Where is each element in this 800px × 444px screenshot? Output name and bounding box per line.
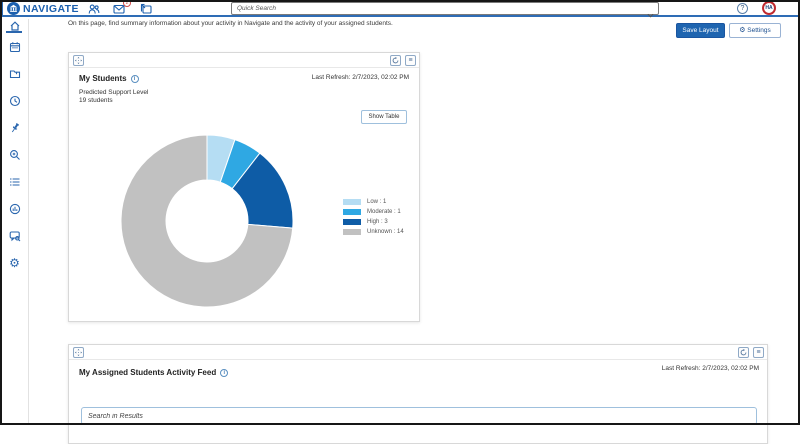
legend-label: Low : 1 xyxy=(367,199,386,205)
activity-feed-widget: ≡ My Assigned Students Activity Feedi La… xyxy=(68,344,768,444)
chat-search-icon xyxy=(9,230,21,242)
move-widget-button[interactable] xyxy=(73,347,84,358)
legend-swatch xyxy=(343,199,361,205)
brand-name: NAVIGATE xyxy=(23,3,79,15)
move-icon xyxy=(75,349,82,356)
legend-item-unknown[interactable]: Unknown : 14 xyxy=(343,227,404,237)
quick-search-input[interactable] xyxy=(237,3,637,14)
page-description: On this page, find summary information a… xyxy=(68,20,588,27)
refresh-widget-button[interactable] xyxy=(738,347,749,358)
top-navigation-bar: NAVIGATE 2 ? HA xyxy=(0,0,800,17)
legend-item-high[interactable]: High : 3 xyxy=(343,217,404,227)
left-sidebar: ⚙ xyxy=(0,19,29,425)
left-accent-strip xyxy=(0,0,3,17)
folder-icon xyxy=(9,68,21,80)
gear-icon: ⚙ xyxy=(9,257,20,269)
list-icon xyxy=(9,176,21,188)
legend-label: Unknown : 14 xyxy=(367,229,404,235)
user-avatar[interactable]: HA xyxy=(762,1,776,15)
widget-menu-button[interactable]: ≡ xyxy=(753,347,764,358)
quick-search[interactable] xyxy=(231,2,659,15)
chart-subtitle-line1: Predicted Support Level xyxy=(79,89,148,97)
sidebar-item-home[interactable] xyxy=(0,19,29,33)
last-refresh-label: Last Refresh: 2/7/2023, 02:02 PM xyxy=(312,74,409,81)
move-icon xyxy=(75,57,82,64)
sidebar-item-reports[interactable] xyxy=(0,195,29,222)
clock-icon xyxy=(9,95,21,107)
chart-circle-icon xyxy=(9,203,21,215)
quick-links-icon[interactable] xyxy=(140,3,152,15)
settings-button-label: Settings xyxy=(747,27,771,34)
gear-icon: ⚙ xyxy=(739,27,745,34)
sidebar-item-folder[interactable] xyxy=(0,60,29,87)
unread-count-badge: 2 xyxy=(123,0,131,7)
legend-label: Moderate : 1 xyxy=(367,209,401,215)
widget-title: My Assigned Students Activity Feedi xyxy=(79,368,228,377)
sidebar-item-calendar[interactable] xyxy=(0,33,29,60)
calendar-icon xyxy=(9,41,21,53)
chart-subtitle: Predicted Support Level 19 students xyxy=(79,89,148,105)
navigate-logo-icon[interactable] xyxy=(7,2,20,15)
last-refresh-label: Last Refresh: 2/7/2023, 02:02 PM xyxy=(662,365,759,372)
students-icon[interactable] xyxy=(88,3,100,15)
chevron-down-icon[interactable] xyxy=(647,6,654,13)
help-icon[interactable]: ? xyxy=(737,3,748,14)
widget-menu-button[interactable]: ≡ xyxy=(405,55,416,66)
sidebar-item-pin[interactable] xyxy=(0,114,29,141)
refresh-icon xyxy=(392,57,399,64)
legend-swatch xyxy=(343,219,361,225)
feed-search-box[interactable] xyxy=(81,407,757,425)
chart-legend: Low : 1 Moderate : 1 High : 3 Unknown : 14 xyxy=(343,197,404,237)
legend-item-low[interactable]: Low : 1 xyxy=(343,197,404,207)
widget-title: My Studentsi xyxy=(79,74,139,83)
sidebar-item-history[interactable] xyxy=(0,87,29,114)
legend-swatch xyxy=(343,209,361,215)
widget-toolbar: ≡ xyxy=(69,53,419,68)
sidebar-item-conversations[interactable] xyxy=(0,222,29,249)
sidebar-item-advanced-search[interactable] xyxy=(0,141,29,168)
legend-item-moderate[interactable]: Moderate : 1 xyxy=(343,207,404,217)
info-icon[interactable]: i xyxy=(131,75,139,83)
sidebar-item-lists[interactable] xyxy=(0,168,29,195)
settings-button[interactable]: ⚙ Settings xyxy=(729,23,781,38)
messages-icon[interactable]: 2 xyxy=(113,3,125,15)
info-icon[interactable]: i xyxy=(220,369,228,377)
pushpin-icon xyxy=(9,122,21,134)
my-students-widget: ≡ My Studentsi Last Refresh: 2/7/2023, 0… xyxy=(68,52,420,322)
save-layout-button[interactable]: Save Layout xyxy=(676,23,725,38)
search-plus-icon xyxy=(9,149,21,161)
legend-swatch xyxy=(343,229,361,235)
refresh-widget-button[interactable] xyxy=(390,55,401,66)
legend-label: High : 3 xyxy=(367,219,388,225)
support-level-donut-chart[interactable] xyxy=(119,133,295,309)
widget-toolbar: ≡ xyxy=(69,345,767,360)
move-widget-button[interactable] xyxy=(73,55,84,66)
main-content: On this page, find summary information a… xyxy=(30,19,800,425)
show-table-button[interactable]: Show Table xyxy=(361,110,407,124)
refresh-icon xyxy=(740,349,747,356)
sidebar-item-settings[interactable]: ⚙ xyxy=(0,249,29,276)
chart-subtitle-line2: 19 students xyxy=(79,97,148,105)
feed-search-input[interactable] xyxy=(88,410,738,423)
